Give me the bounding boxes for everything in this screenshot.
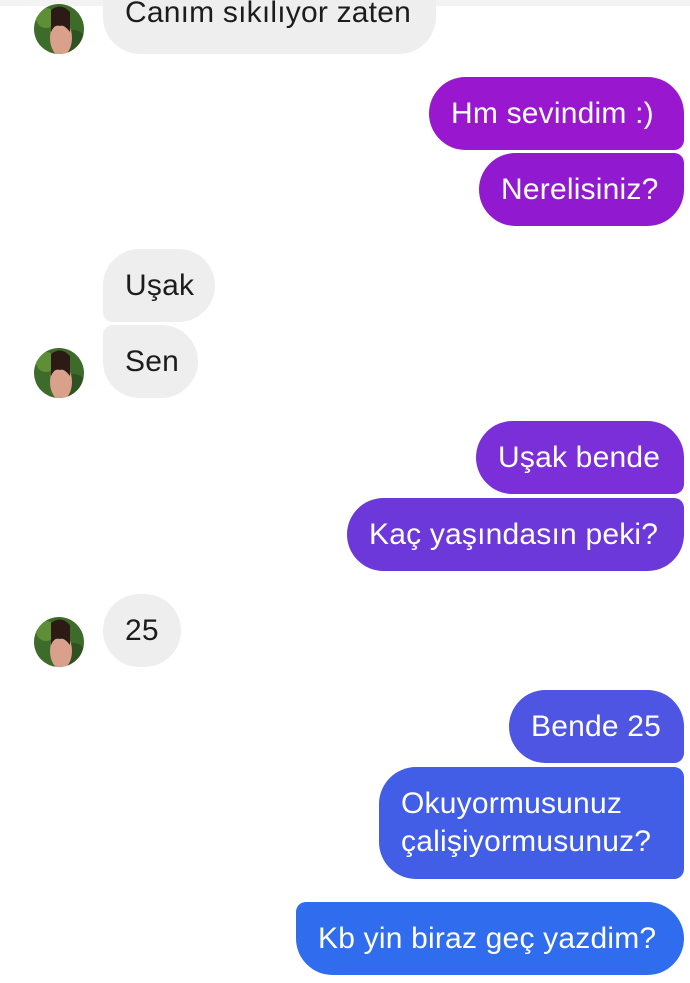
message-text: Okuyormusunuz çalişiyormusunuz? xyxy=(401,787,652,858)
outgoing-message[interactable]: Okuyormusunuz çalişiyormusunuz? xyxy=(379,767,684,879)
incoming-message[interactable]: Uşak xyxy=(103,249,215,322)
outgoing-message[interactable]: Kaç yaşındasın peki? xyxy=(347,498,684,571)
message-text: Canım sıkılıyor zaten xyxy=(125,0,411,29)
message-text: Hm sevindim :) xyxy=(451,96,654,130)
outgoing-message[interactable]: Hm sevindim :) xyxy=(429,77,684,150)
outgoing-message[interactable]: Uşak bende xyxy=(476,421,684,494)
outgoing-message[interactable]: Bende 25 xyxy=(509,690,684,763)
outgoing-message[interactable]: Nerelisiniz? xyxy=(479,153,684,226)
message-text: Kaç yaşındasın peki? xyxy=(369,517,659,551)
message-text: 25 xyxy=(125,613,159,647)
chat-thread[interactable]: Canım sıkılıyor zaten Hm sevindim :) Ner… xyxy=(0,0,690,983)
contact-avatar[interactable] xyxy=(34,617,84,667)
outgoing-message[interactable]: Kb yin biraz geç yazdim? xyxy=(296,902,684,975)
contact-avatar[interactable] xyxy=(34,348,84,398)
message-text: Uşak bende xyxy=(498,440,661,474)
contact-avatar[interactable] xyxy=(34,4,84,54)
incoming-message[interactable]: Canım sıkılıyor zaten xyxy=(103,0,436,54)
incoming-message[interactable]: 25 xyxy=(103,594,181,667)
message-text: Uşak xyxy=(125,268,195,302)
message-text: Nerelisiniz? xyxy=(501,172,659,206)
message-text: Sen xyxy=(125,344,179,378)
message-text: Kb yin biraz geç yazdim? xyxy=(318,921,657,955)
incoming-message[interactable]: Sen xyxy=(103,325,198,398)
message-text: Bende 25 xyxy=(531,709,662,743)
